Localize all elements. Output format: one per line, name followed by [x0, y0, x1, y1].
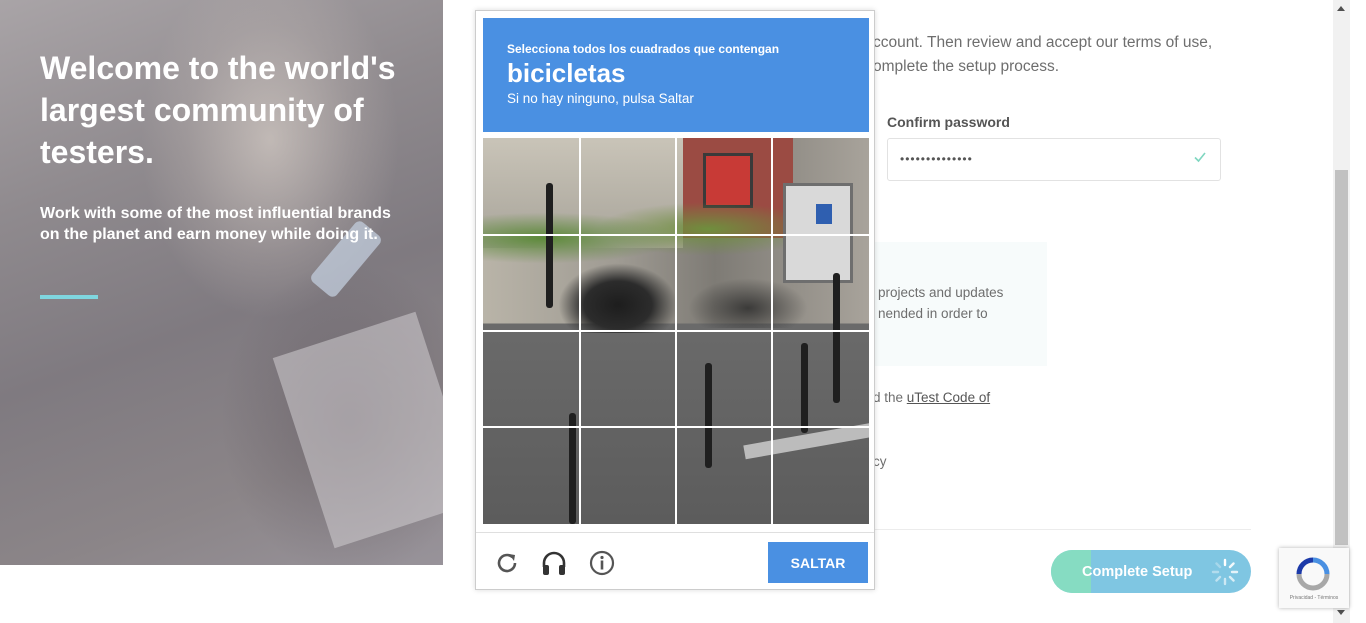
- confirm-password-field[interactable]: ••••••••••••••: [887, 138, 1221, 181]
- captcha-target: bicicletas: [507, 58, 626, 88]
- scroll-down-arrow-icon[interactable]: [1337, 610, 1345, 615]
- confirm-password-value: ••••••••••••••: [900, 152, 973, 166]
- captcha-header: Selecciona todos los cuadrados que conte…: [483, 18, 869, 132]
- recaptcha-badge[interactable]: Privacidad - Términos: [1279, 548, 1349, 608]
- info-icon[interactable]: [588, 549, 616, 577]
- captcha-tile[interactable]: [483, 331, 579, 427]
- captcha-challenge: Selecciona todos los cuadrados que conte…: [475, 10, 875, 590]
- audio-headphones-icon[interactable]: [540, 549, 568, 577]
- captcha-image-grid: [483, 138, 869, 524]
- captcha-tile[interactable]: [483, 427, 579, 523]
- scroll-up-arrow-icon[interactable]: [1337, 6, 1345, 11]
- code-prefix: d the: [873, 390, 907, 405]
- captcha-tile[interactable]: [676, 138, 772, 234]
- captcha-tile[interactable]: [580, 331, 676, 427]
- captcha-tile[interactable]: [483, 235, 579, 331]
- form-intro: ccount. Then review and accept our terms…: [873, 31, 1313, 79]
- code-of-conduct-link[interactable]: uTest Code of: [907, 390, 990, 405]
- loading-spinner-icon: [1211, 558, 1239, 586]
- notice-line2: nended in order to: [878, 306, 988, 321]
- privacy-policy-link[interactable]: cy: [873, 454, 887, 469]
- form-intro-line2: omplete the setup process.: [873, 58, 1060, 75]
- captcha-tile[interactable]: [676, 235, 772, 331]
- complete-setup-label: Complete Setup: [1082, 564, 1193, 580]
- hero-accent-rule: [40, 295, 98, 299]
- page-scrollbar[interactable]: [1333, 0, 1350, 623]
- captcha-hint: Si no hay ninguno, pulsa Saltar: [507, 91, 694, 106]
- captcha-tile[interactable]: [772, 138, 868, 234]
- captcha-tile[interactable]: [772, 235, 868, 331]
- hero-subtext: Work with some of the most influential b…: [40, 205, 391, 243]
- captcha-tile[interactable]: [772, 331, 868, 427]
- recaptcha-logo-icon: [1296, 557, 1330, 591]
- hero-headline: Welcome to the world's largest community…: [40, 50, 396, 170]
- captcha-tile[interactable]: [580, 427, 676, 523]
- captcha-tile[interactable]: [580, 235, 676, 331]
- code-of-conduct-text: d the uTest Code of: [873, 390, 990, 405]
- captcha-tile[interactable]: [676, 427, 772, 523]
- captcha-footer-divider: [476, 532, 874, 533]
- notice-box: projects and updates nended in order to: [873, 242, 1047, 366]
- complete-setup-button[interactable]: Complete Setup: [1051, 550, 1251, 593]
- form-intro-line1: ccount. Then review and accept our terms…: [873, 34, 1213, 51]
- confirm-password-label: Confirm password: [887, 114, 1010, 130]
- skip-button[interactable]: SALTAR: [768, 542, 868, 583]
- checkmark-icon: [1194, 152, 1206, 163]
- captcha-tile[interactable]: [772, 427, 868, 523]
- divider: [873, 529, 1251, 530]
- recaptcha-terms[interactable]: Privacidad - Términos: [1279, 595, 1349, 601]
- captcha-tile[interactable]: [483, 138, 579, 234]
- reload-icon[interactable]: [493, 549, 521, 577]
- captcha-instruction: Selecciona todos los cuadrados que conte…: [507, 42, 780, 56]
- captcha-tile[interactable]: [676, 331, 772, 427]
- hero-panel: Welcome to the world's largest community…: [0, 0, 443, 565]
- scrollbar-thumb[interactable]: [1335, 170, 1348, 545]
- captcha-tile[interactable]: [580, 138, 676, 234]
- notice-line1: projects and updates: [878, 285, 1004, 300]
